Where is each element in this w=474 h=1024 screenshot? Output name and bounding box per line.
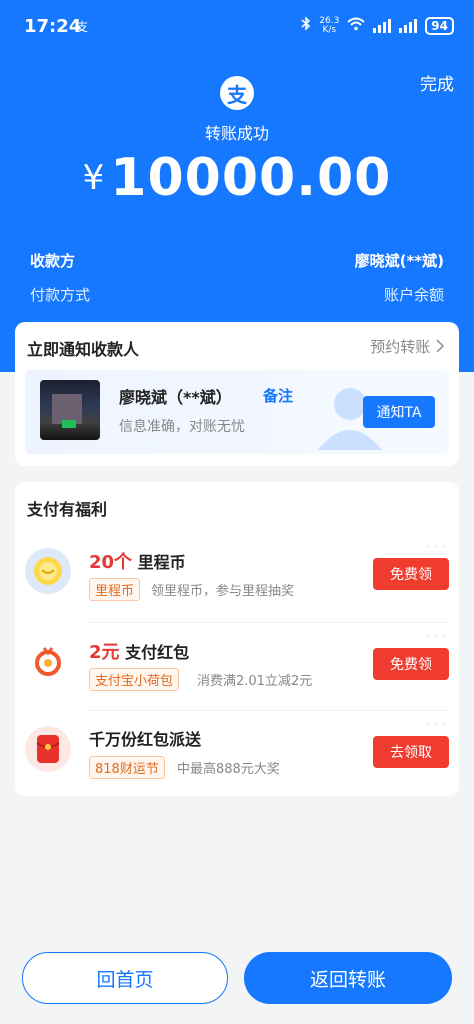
payee-panel: 廖晓斌（**斌） 备注 信息准确，对账无忧 通知TA (25, 370, 449, 454)
benefit-item-red-envelope: · · · 千万份红包派送 818财运节 中最高888元大奖 去领取 (15, 720, 459, 800)
payee-avatar (40, 380, 100, 440)
schedule-transfer-label: 预约转账 (370, 338, 431, 356)
benefit-description: 消费满2.01立减2元 (197, 674, 313, 689)
benefit-title: 千万份红包派送 (89, 730, 202, 749)
claim-red-packet-button[interactable]: 免费领 (373, 648, 449, 680)
more-dots-icon: · · · (426, 632, 447, 643)
benefit-title: 2元 支付红包 (89, 642, 190, 663)
status-time: 17:24 (24, 16, 82, 37)
more-dots-icon: · · · (426, 542, 447, 553)
benefit-tag: 里程币 (89, 578, 141, 601)
home-button[interactable]: 回首页 (22, 952, 228, 1004)
currency-symbol: ¥ (82, 158, 105, 198)
benefit-description: 中最高888元大奖 (177, 762, 280, 777)
claim-red-envelope-button[interactable]: 去领取 (373, 736, 449, 768)
benefit-title: 20个 里程币 (89, 552, 186, 573)
benefit-tag: 818财运节 (89, 756, 165, 779)
status-icons: 26.3 K/s 94 (301, 16, 454, 35)
remark-link[interactable]: 备注 (263, 385, 293, 406)
battery-icon: 94 (425, 16, 454, 35)
amount-value: 10000.00 (110, 148, 392, 208)
benefit-item-red-packet: · · · 2元 支付红包 支付宝小荷包 消费满2.01立减2元 免费领 (15, 632, 459, 712)
schedule-transfer-link[interactable]: 预约转账 (370, 336, 445, 357)
chevron-right-icon (435, 338, 445, 356)
benefit-description: 领里程币，参与里程抽奖 (151, 584, 295, 599)
benefits-title: 支付有福利 (27, 500, 108, 519)
wifi-icon (347, 17, 365, 35)
network-speed: 26.3 K/s (319, 15, 340, 35)
notify-payee-card: 立即通知收款人 预约转账 廖晓斌（**斌） 备注 信息准确，对账无忧 通知TA (15, 322, 459, 466)
payment-benefits-card: 支付有福利 · · · 20个 里程币 里程币 领里程币，参与里程抽奖 免费领 … (15, 482, 459, 796)
signal-icon (373, 18, 392, 33)
payee-label: 收款方 (30, 252, 76, 270)
done-button[interactable]: 完成 (420, 70, 454, 95)
payment-method-label: 付款方式 (30, 286, 91, 304)
back-to-transfer-button[interactable]: 返回转账 (244, 952, 452, 1004)
claim-mileage-button[interactable]: 免费领 (373, 558, 449, 590)
transfer-success-text: 转账成功 (204, 124, 269, 143)
benefit-tag: 支付宝小荷包 (89, 668, 180, 691)
payee-row: 收款方 廖晓斌(**斌) (30, 250, 444, 271)
divider (89, 622, 449, 623)
payee-name: 廖晓斌（**斌） (119, 388, 232, 407)
coin-icon (25, 548, 71, 594)
payee-subtitle: 信息准确，对账无忧 (119, 419, 245, 435)
notify-card-title: 立即通知收款人 (27, 340, 140, 359)
signal-icon-2 (399, 18, 418, 33)
bluetooth-icon (301, 16, 311, 35)
alipay-logo-icon: 支 (220, 76, 254, 110)
more-dots-icon: · · · (426, 720, 447, 731)
payment-method-row: 付款方式 账户余额 (30, 284, 444, 305)
benefit-item-mileage: · · · 20个 里程币 里程币 领里程币，参与里程抽奖 免费领 (15, 542, 459, 622)
status-bar: 17:24 支 26.3 K/s 94 (0, 0, 474, 56)
transfer-amount: ¥10000.00 (0, 148, 474, 208)
wallet-icon (25, 638, 71, 684)
payee-value: 廖晓斌(**斌) (354, 252, 444, 270)
red-envelope-icon (25, 726, 71, 772)
notify-payee-button[interactable]: 通知TA (363, 396, 435, 428)
divider (89, 710, 449, 711)
benefit-highlight: 2元 (89, 642, 120, 663)
benefit-highlight: 20个 (89, 552, 133, 573)
alipay-notification-icon: 支 (76, 20, 89, 34)
payment-method-value: 账户余额 (383, 286, 444, 304)
